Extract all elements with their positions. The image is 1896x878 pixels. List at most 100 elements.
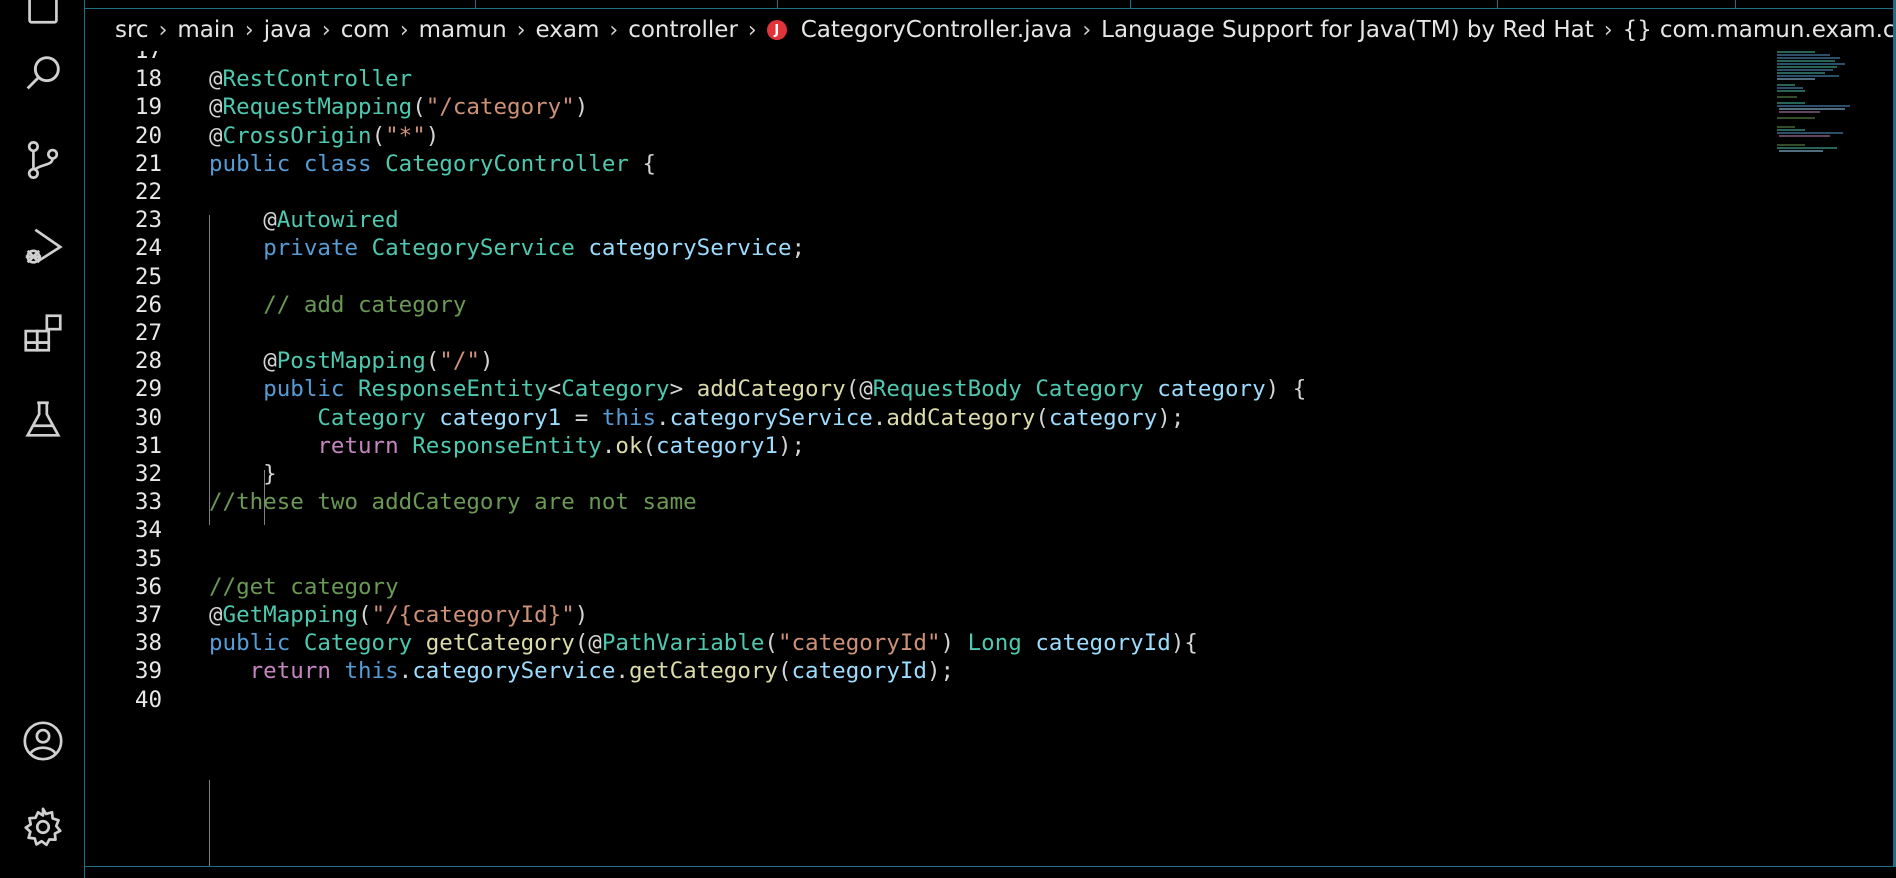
chevron-right-icon: › [609, 17, 619, 43]
minimap[interactable] [1775, 50, 1875, 170]
code-token: category [1157, 376, 1266, 403]
code-token: (@ [574, 630, 602, 657]
code-token: "/" [439, 348, 480, 375]
code-token: (@ [845, 376, 873, 403]
code-token: addCategory [886, 404, 1036, 431]
code-token: { [628, 150, 657, 177]
chevron-right-icon: › [321, 17, 331, 43]
code-token: ){ [1170, 630, 1198, 657]
testing-icon[interactable] [18, 395, 68, 445]
settings-gear-icon[interactable] [18, 802, 68, 852]
breadcrumb-file[interactable]: J CategoryController.java [766, 17, 1072, 43]
code-token: return [317, 432, 399, 459]
search-icon[interactable] [18, 48, 68, 98]
account-icon[interactable] [18, 716, 68, 766]
code-token: "*" [385, 122, 426, 149]
breadcrumb-package-label: com.mamun.exam.controller [1659, 17, 1896, 43]
code-token: @ [209, 94, 223, 121]
code-token: GetMapping [222, 602, 359, 628]
code-token: return [249, 658, 331, 685]
code-token: "/{categoryId}" [371, 602, 575, 628]
source-control-icon[interactable] [18, 135, 68, 185]
extensions-icon[interactable] [18, 308, 68, 358]
breadcrumb-item-label: src [115, 17, 149, 43]
breadcrumb-item-label: com [340, 17, 390, 43]
code-token: ) [940, 630, 968, 657]
code-token: ( [425, 348, 440, 375]
code-token: ) [425, 122, 440, 149]
breadcrumb-item-mamun[interactable]: mamun [419, 17, 507, 43]
namespace-braces-icon: {} [1622, 17, 1652, 43]
code-token: ResponseEntity [358, 376, 548, 403]
java-file-icon: J [766, 20, 787, 40]
code-token: > [669, 376, 697, 403]
line-number: 40 [134, 686, 162, 713]
breadcrumb-language[interactable]: Language Support for Java(TM) by Red Hat [1101, 17, 1594, 43]
breadcrumb-item-java[interactable]: java [264, 17, 312, 43]
tab-strip [85, 0, 1896, 9]
breadcrumb-item-src[interactable]: src [115, 17, 149, 43]
breadcrumb-item-controller[interactable]: controller [628, 17, 738, 43]
code-token: public [263, 376, 345, 403]
tab-separator [1497, 0, 1498, 8]
breadcrumb-item-com[interactable]: com [341, 17, 390, 43]
code-token: Category [561, 376, 670, 403]
code-token: this [601, 404, 657, 431]
breadcrumb-item-exam[interactable]: exam [536, 17, 600, 43]
code-token: . [656, 404, 670, 431]
code-editor[interactable]: 17 18 @RestController 19 @RequestMapping("/c… [85, 51, 1896, 866]
code-token: public [209, 150, 291, 177]
code-token: Autowired [276, 207, 399, 234]
chevron-right-icon: › [244, 17, 254, 43]
code-token: RequestBody [872, 376, 1022, 403]
code-token: CrossOrigin [222, 122, 372, 149]
code-token: category1 [656, 432, 778, 459]
code-token: getCategory [628, 658, 778, 685]
code-token: ok [615, 432, 643, 459]
breadcrumb-language-label: Language Support for Java(TM) by Red Hat [1101, 17, 1594, 43]
breadcrumb-package[interactable]: {} com.mamun.exam.controller [1623, 17, 1896, 43]
code-token: Category [317, 404, 426, 431]
breadcrumb-item-main[interactable]: main [177, 17, 234, 43]
code-token: ) [479, 348, 494, 375]
code-token: ) [574, 602, 589, 628]
code-token: . [615, 658, 629, 685]
code-token: Category [1035, 376, 1144, 403]
code-token: PostMapping [276, 348, 426, 375]
code-line[interactable]: 40 [85, 683, 1785, 717]
chevron-right-icon: › [516, 17, 526, 43]
chevron-right-icon: › [747, 17, 757, 43]
chevron-right-icon: › [158, 17, 168, 43]
code-token: public [209, 630, 291, 657]
code-token: < [547, 376, 562, 403]
code-token: @ [209, 122, 223, 149]
code-token: CategoryService [371, 235, 575, 262]
run-debug-icon[interactable] [18, 222, 68, 272]
code-token: categoryService [412, 658, 616, 685]
code-token: ); [926, 658, 955, 685]
code-token: "categoryId" [777, 630, 941, 657]
breadcrumb-item-label: mamun [418, 17, 507, 43]
explorer-icon[interactable] [18, 0, 68, 30]
code-token: categoryId [791, 658, 927, 685]
tab-separator [1735, 0, 1736, 8]
code-token: //these two addCategory are not same [209, 489, 697, 516]
chevron-right-icon: › [1082, 17, 1092, 43]
code-token: // add category [263, 291, 467, 318]
indent-guide [209, 780, 210, 866]
breadcrumb-item-label: java [263, 17, 312, 43]
